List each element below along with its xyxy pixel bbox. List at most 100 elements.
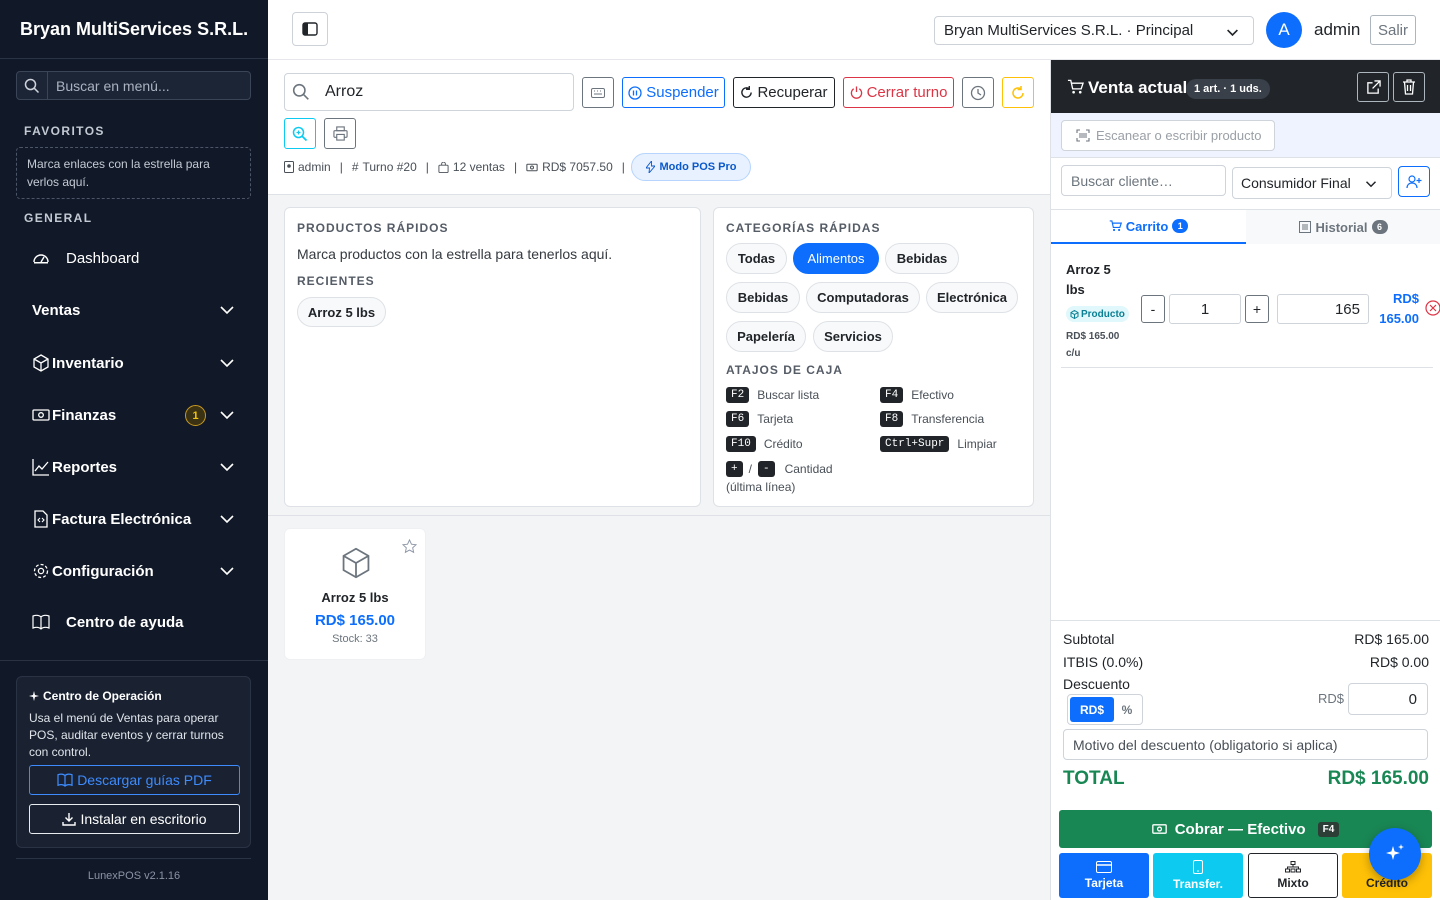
shortcut-item-quantity: + / - Cantidad <box>726 461 833 477</box>
open-external-button[interactable] <box>1357 72 1389 102</box>
divider <box>0 58 268 59</box>
shortcut-item: F10 Crédito <box>726 436 803 452</box>
product-card[interactable]: Arroz 5 lbs RD$ 165.00 Stock: 33 <box>284 528 426 660</box>
discount-reason-input[interactable]: Motivo del descuento (obligatorio si apl… <box>1063 729 1428 760</box>
shortcut-key: F10 <box>726 436 756 452</box>
itbis-value: RD$ 0.00 <box>1369 654 1429 670</box>
sidebar-item-centro-ayuda[interactable]: Centro de ayuda <box>16 602 251 642</box>
quantity-input[interactable]: 1 <box>1169 294 1241 324</box>
sidebar-item-ventas[interactable]: Ventas <box>16 290 251 330</box>
tab-carrito[interactable]: Carrito 1 <box>1051 210 1246 244</box>
clear-sale-button[interactable] <box>1393 72 1425 102</box>
install-desktop-button[interactable]: Instalar en escritorio <box>29 804 240 834</box>
refresh-button[interactable] <box>1002 77 1034 108</box>
decrease-qty-button[interactable]: - <box>1141 295 1165 323</box>
sidebar-item-factura-electronica[interactable]: Factura Electrónica <box>16 499 251 539</box>
customer-type-select[interactable]: Consumidor Final <box>1232 167 1392 199</box>
separator: | <box>425 160 429 174</box>
company-select[interactable]: Bryan MultiServices S.R.L. · Principal <box>934 16 1254 45</box>
assistant-fab-button[interactable] <box>1369 828 1421 880</box>
diagram-icon <box>1285 861 1301 873</box>
zoom-button[interactable] <box>284 118 316 149</box>
sidebar-item-label: Ventas <box>32 301 81 319</box>
divider <box>16 858 251 859</box>
category-chip[interactable]: Bebidas <box>885 243 959 274</box>
shortcut-key: F8 <box>880 411 904 427</box>
close-shift-button[interactable]: Cerrar turno <box>843 77 954 108</box>
pos-toolbar: Suspender Recuperar Cerrar turno admin |… <box>268 60 1050 195</box>
sidebar-item-configuracion[interactable]: Configuración <box>16 551 251 591</box>
separator: | <box>621 160 625 174</box>
bag-icon <box>438 161 449 173</box>
pay-mixed-button[interactable]: Mixto <box>1248 853 1338 898</box>
discount-mode-amount[interactable]: RD$ <box>1070 697 1114 722</box>
star-icon[interactable] <box>402 539 417 554</box>
subtotal-row: Subtotal RD$ 165.00 <box>1063 631 1429 647</box>
shortcut-item: F6 Tarjeta <box>726 411 793 427</box>
customer-search-input[interactable]: Buscar cliente… <box>1061 165 1226 196</box>
shortcut-key: F6 <box>726 411 750 427</box>
discount-input[interactable]: 0 <box>1348 683 1428 715</box>
logout-button[interactable]: Salir <box>1370 15 1416 45</box>
sidebar-item-label: Finanzas <box>52 406 117 424</box>
quick-products-hint: Marca productos con la estrella para ten… <box>297 246 613 262</box>
print-button[interactable] <box>324 118 356 149</box>
cart-line-name-1: Arroz 5 <box>1066 262 1111 277</box>
remove-line-icon[interactable] <box>1425 300 1440 316</box>
sidebar-item-dashboard[interactable]: Dashboard <box>16 238 251 278</box>
shortcut-label: Limpiar <box>957 437 997 451</box>
discount-mode-percent[interactable]: % <box>1114 697 1140 722</box>
pos-pro-mode-button[interactable]: Modo POS Pro <box>631 153 751 181</box>
shift-info: admin | # Turno #20 | 12 ventas | RD$ 70… <box>284 160 630 174</box>
increase-qty-button[interactable]: + <box>1245 295 1269 323</box>
pos-pro-mode-label: Modo POS Pro <box>659 161 737 173</box>
recent-product-chip[interactable]: Arroz 5 lbs <box>297 297 386 327</box>
gear-icon <box>30 560 52 582</box>
shortcut-item: F4 Efectivo <box>880 387 954 403</box>
pay-transfer-button[interactable]: Transfer. <box>1153 853 1243 898</box>
sidebar-item-reportes[interactable]: Reportes <box>16 447 251 487</box>
quick-products-title: PRODUCTOS RÁPIDOS <box>297 221 449 235</box>
chevron-down-icon <box>219 407 235 423</box>
sidebar-item-inventario[interactable]: Inventario <box>16 343 251 383</box>
shortcut-item: F2 Buscar lista <box>726 387 819 403</box>
chevron-down-icon <box>219 563 235 579</box>
download-icon <box>62 812 77 826</box>
keyboard-button[interactable] <box>582 77 614 108</box>
sidebar-item-finanzas[interactable]: Finanzas 1 <box>16 395 251 435</box>
unit-price-value: RD$ 165.00 <box>1066 331 1120 342</box>
avatar[interactable]: A <box>1266 12 1302 48</box>
add-customer-button[interactable] <box>1398 166 1430 197</box>
scan-product-input[interactable]: Escanear o escribir producto <box>1061 120 1275 151</box>
product-search-input[interactable] <box>317 83 557 101</box>
recover-button[interactable]: Recuperar <box>733 77 835 108</box>
category-chip[interactable]: Electrónica <box>926 282 1018 313</box>
category-chip-active[interactable]: Alimentos <box>793 243 879 274</box>
chevron-down-icon <box>1365 178 1377 190</box>
current-sale-panel: Venta actual 1 art. · 1 uds. Escanear o … <box>1050 60 1440 900</box>
download-guides-button[interactable]: Descargar guías PDF <box>29 765 240 795</box>
category-chip[interactable]: Papelería <box>726 321 806 352</box>
suspend-button[interactable]: Suspender <box>622 77 725 108</box>
gauge-icon <box>30 247 52 269</box>
tab-historial[interactable]: Historial 6 <box>1246 210 1440 244</box>
category-chip[interactable]: Todas <box>726 243 787 274</box>
cart-icon <box>1109 220 1122 232</box>
shift-amount: RD$ 7057.50 <box>542 160 613 174</box>
operations-title: Centro de Operación <box>43 689 162 703</box>
shortcut-key: F2 <box>726 387 750 403</box>
menu-search-input[interactable] <box>48 72 250 99</box>
separator: | <box>513 160 518 174</box>
history-button[interactable] <box>962 77 994 108</box>
cart-line-name: Arroz 5 lbs <box>1066 260 1111 300</box>
discount-label: Descuento <box>1063 676 1130 692</box>
category-chip[interactable]: Computadoras <box>806 282 920 313</box>
pay-card-button[interactable]: Tarjeta <box>1059 853 1149 898</box>
recover-label: Recuperar <box>757 84 828 101</box>
shortcut-item: F8 Transferencia <box>880 411 984 427</box>
category-chip[interactable]: Bebidas <box>726 282 800 313</box>
category-chip[interactable]: Servicios <box>813 321 893 352</box>
sidebar-toggle-button[interactable] <box>292 12 328 46</box>
price-input[interactable]: 165 <box>1277 294 1369 324</box>
credit-card-icon <box>1096 861 1112 873</box>
